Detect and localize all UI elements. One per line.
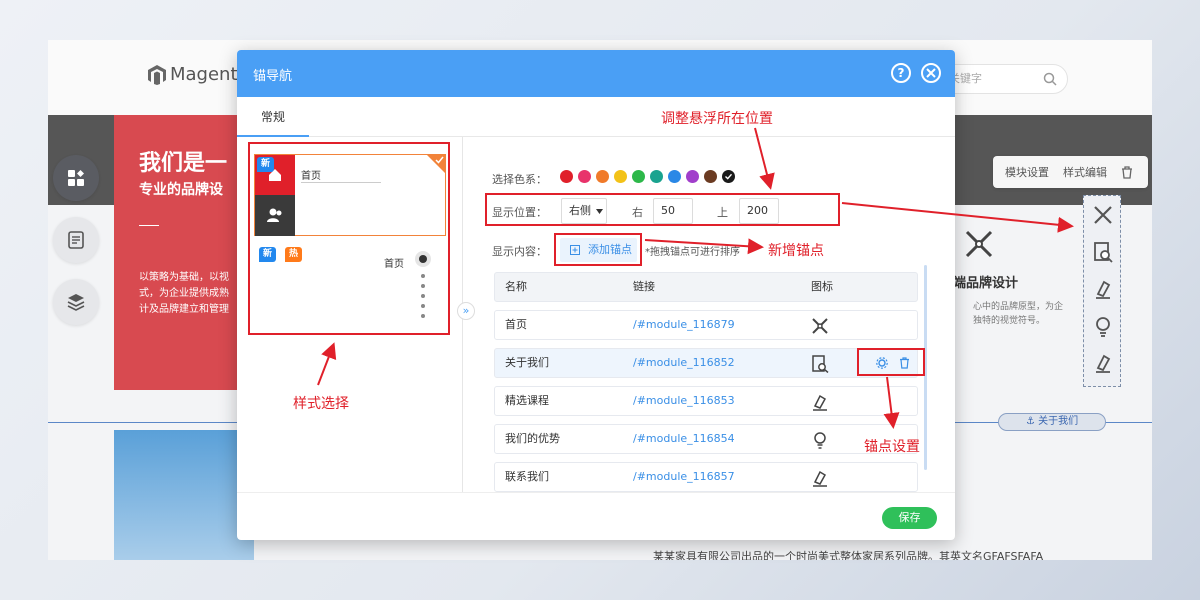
annotation-arrows: [317, 127, 1074, 429]
